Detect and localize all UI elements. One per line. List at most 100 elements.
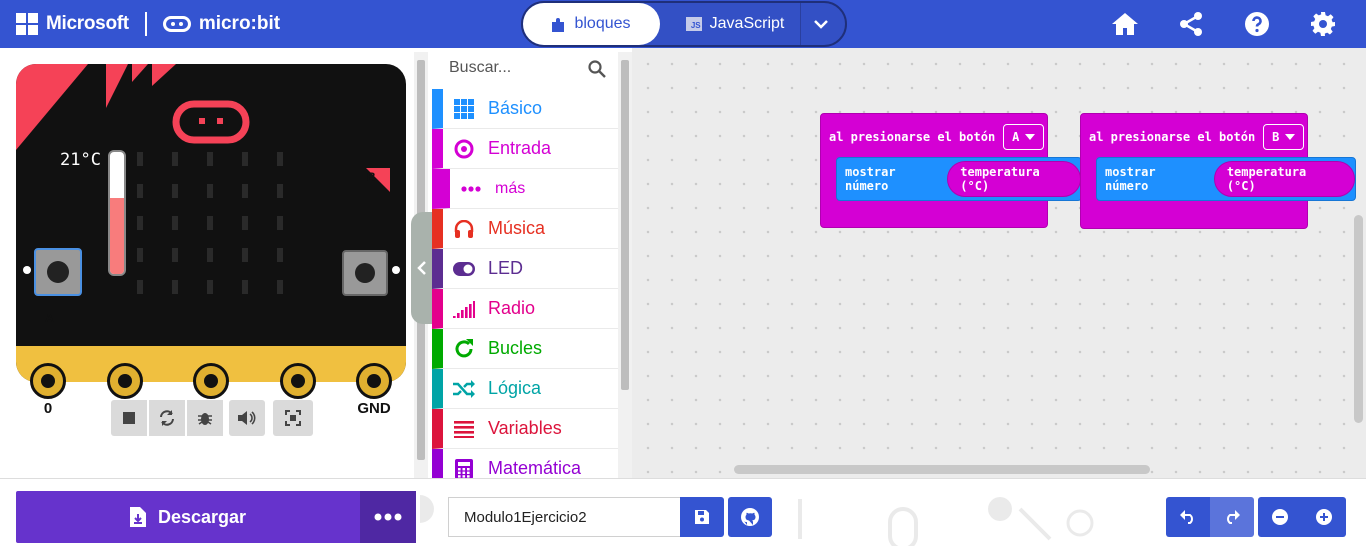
button-a-label: A — [45, 311, 54, 325]
event-label: al presionarse el botón — [829, 130, 996, 144]
button-dropdown[interactable]: A — [1003, 124, 1045, 150]
led-pixel — [207, 152, 213, 166]
toolbox: Buscar... Básico Entrada más Música LED Radio… — [432, 48, 632, 478]
workspace-vertical-scrollbar[interactable] — [1354, 215, 1363, 423]
download-button[interactable]: Descargar — [16, 491, 360, 543]
category-grid[interactable]: Básico — [432, 89, 618, 129]
restart-button[interactable] — [149, 400, 185, 436]
zoom-in-icon — [1316, 509, 1332, 525]
show-number-label: mostrar número — [845, 165, 896, 193]
top-icons — [1092, 0, 1356, 48]
top-bar: Microsoft micro:bit bloques JS JavaScrip… — [0, 0, 1366, 48]
project-name-input[interactable]: Modulo1Ejercicio2 — [448, 497, 680, 537]
microbit-logo-icon — [162, 16, 191, 32]
tab-blocks[interactable]: bloques — [523, 3, 660, 45]
category-label: Variables — [488, 418, 562, 438]
share-button[interactable] — [1158, 0, 1224, 48]
help-button[interactable] — [1224, 0, 1290, 48]
list-icon — [453, 418, 475, 440]
restart-icon — [160, 410, 174, 426]
settings-button[interactable] — [1290, 0, 1356, 48]
simulator-controls — [111, 400, 313, 436]
button-a[interactable] — [34, 248, 82, 296]
category-list[interactable]: Variables — [432, 409, 618, 449]
pin-label: 0 — [43, 400, 53, 417]
gear-icon — [1311, 12, 1335, 36]
fullscreen-icon — [285, 410, 301, 426]
caret-down-icon — [1025, 134, 1036, 140]
github-icon — [741, 508, 759, 526]
editor-dropdown-button[interactable] — [800, 3, 840, 45]
led-pixel — [277, 152, 283, 166]
pin-dot-right — [392, 266, 400, 274]
undo-icon — [1180, 510, 1193, 524]
led-pixel — [172, 280, 178, 294]
home-button[interactable] — [1092, 0, 1158, 48]
category-target[interactable]: Entrada — [432, 129, 618, 169]
pin-0[interactable]: 0 — [30, 363, 66, 427]
temperature-reporter[interactable]: temperatura (°C) — [1213, 161, 1355, 197]
category-shuffle[interactable]: Lógica — [432, 369, 618, 409]
microbit-overlay — [34, 100, 390, 294]
category-calculator[interactable]: Matemática — [432, 449, 618, 478]
button-b-label: B — [367, 170, 376, 184]
button-dropdown-value: A — [1012, 130, 1020, 144]
zoom-in-button[interactable] — [1302, 497, 1346, 537]
zoom-out-button[interactable] — [1258, 497, 1302, 537]
category-refresh[interactable]: Bucles — [432, 329, 618, 369]
event-header: al presionarse el botón B — [1089, 124, 1305, 150]
show-number-label: mostrar número — [1105, 165, 1156, 193]
redo-button[interactable] — [1210, 497, 1254, 537]
led-pixel — [137, 184, 143, 198]
share-icon — [1180, 12, 1202, 36]
grid-icon — [453, 98, 475, 120]
github-button[interactable] — [728, 497, 772, 537]
target-icon — [453, 138, 475, 160]
button-dropdown-value: B — [1272, 130, 1280, 144]
show-number-block[interactable]: mostrar número temperatura (°C) — [1096, 157, 1356, 201]
led-pixel — [277, 184, 283, 198]
temperature-reporter[interactable]: temperatura (°C) — [947, 161, 1081, 197]
stop-icon — [123, 412, 135, 424]
js-icon: JS — [685, 17, 702, 31]
download-label: Descargar — [157, 506, 247, 527]
category-signal[interactable]: Radio — [432, 289, 618, 329]
event-block-button-b[interactable]: al presionarse el botón B mostrar número… — [1080, 113, 1356, 229]
brand-microsoft: Microsoft — [46, 13, 129, 34]
undo-button[interactable] — [1166, 497, 1210, 537]
sound-icon — [238, 411, 256, 425]
chevron-left-icon — [417, 261, 426, 275]
tab-javascript-label: JavaScript — [709, 15, 785, 32]
category-headphones[interactable]: Música — [432, 209, 618, 249]
search-input[interactable]: Buscar... — [449, 59, 511, 77]
toolbox-search[interactable]: Buscar... — [432, 48, 618, 88]
event-header: al presionarse el botón A — [829, 124, 1045, 150]
stop-button[interactable] — [111, 400, 147, 436]
download-more-button[interactable] — [360, 491, 416, 543]
workspace-horizontal-scrollbar[interactable] — [734, 465, 1150, 474]
save-button[interactable] — [680, 497, 724, 537]
brand[interactable]: Microsoft micro:bit — [16, 12, 280, 36]
collapse-simulator-button[interactable] — [411, 212, 433, 324]
brand-microbit: micro:bit — [198, 13, 281, 34]
category-input-more[interactable]: más — [432, 169, 618, 209]
tab-blocks-label: bloques — [574, 15, 631, 32]
debug-button[interactable] — [187, 400, 223, 436]
download-icon — [129, 507, 146, 527]
event-block-button-a[interactable]: al presionarse el botón A mostrar número… — [820, 113, 1082, 228]
led-pixel — [277, 248, 283, 262]
pin-label: GND — [357, 400, 391, 417]
pin-gnd[interactable]: GND — [356, 363, 392, 427]
show-number-block[interactable]: mostrar número temperatura (°C) — [836, 157, 1082, 201]
sound-button[interactable] — [229, 400, 265, 436]
tab-javascript[interactable]: JS JavaScript — [670, 3, 800, 45]
headphones-icon — [453, 218, 475, 240]
button-dropdown[interactable]: B — [1263, 124, 1305, 150]
blocks-workspace[interactable]: al presionarse el botón A mostrar número… — [632, 48, 1366, 478]
led-pixel — [137, 280, 143, 294]
led-pixel — [207, 280, 213, 294]
category-toggle[interactable]: LED — [432, 249, 618, 289]
fullscreen-button[interactable] — [273, 400, 313, 436]
toolbox-scrollbar[interactable] — [618, 52, 632, 478]
button-b[interactable] — [342, 250, 388, 296]
